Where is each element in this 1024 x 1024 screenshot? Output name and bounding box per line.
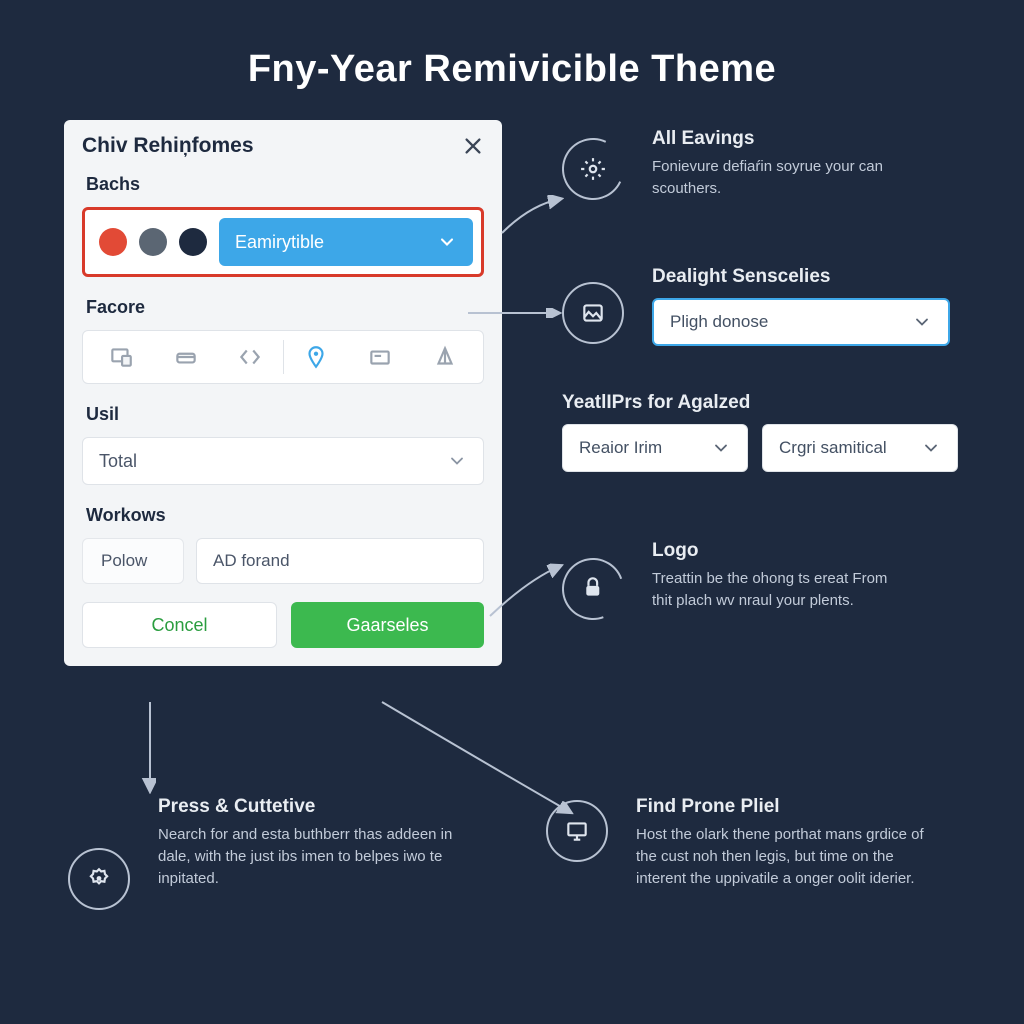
dealight-label: Dealight Senscelies — [652, 266, 830, 288]
connector-arrow — [488, 560, 568, 620]
connector-arrow — [500, 195, 570, 235]
gear-icon — [580, 156, 606, 182]
color-swatch-navy[interactable] — [179, 228, 207, 256]
callout-logo: Logo Treattin be the ohong ts ereat From… — [652, 540, 902, 612]
close-icon[interactable] — [462, 135, 484, 157]
facore-card-icon[interactable] — [348, 331, 413, 383]
chevron-down-icon — [437, 232, 457, 252]
chevron-down-icon — [711, 438, 731, 458]
callout-find: Find Prone Pliel Host the olark thene po… — [636, 796, 936, 889]
yeat-label: YeatlIPrs for Agalzed — [562, 392, 750, 414]
workows-prefix: Polow — [82, 538, 184, 584]
usil-value: Total — [99, 451, 137, 472]
usil-label: Usil — [64, 398, 502, 431]
facore-device-icon[interactable] — [89, 331, 154, 383]
yeat-select-2[interactable]: Crgri samitical — [762, 424, 958, 472]
workows-label: Workows — [64, 499, 502, 532]
yeat-value-2: Crgri samitical — [779, 438, 887, 458]
callout-title: All Eavings — [652, 128, 902, 150]
lock-icon — [580, 574, 606, 600]
chevron-down-icon — [912, 312, 932, 332]
callout-title: Find Prone Pliel — [636, 796, 936, 818]
settings-panel: Chiv Rehiņfomes Bachs Eamirytible Facore… — [64, 120, 502, 666]
bachs-label: Bachs — [64, 168, 502, 201]
connector-arrow — [466, 308, 566, 318]
bachs-select-value: Eamirytible — [235, 232, 324, 253]
callout-all-eavings: All Eavings Fonievure defiaŕin soyrue yo… — [652, 128, 902, 200]
facore-arrows-icon[interactable] — [218, 331, 283, 383]
facore-compass-icon[interactable] — [413, 331, 478, 383]
callout-circle-image — [562, 282, 624, 344]
save-button[interactable]: Gaarseles — [291, 602, 484, 648]
cancel-button[interactable]: Concel — [82, 602, 277, 648]
callout-circle-badge — [68, 848, 130, 910]
monitor-icon — [564, 818, 590, 844]
page-title: Fny-Year Remivicible Theme — [0, 48, 1024, 91]
facore-toolbar — [82, 330, 484, 384]
facore-label: Facore — [64, 291, 502, 324]
yeat-select-1[interactable]: Reaior Irim — [562, 424, 748, 472]
dealight-value: Pligh donose — [670, 312, 768, 332]
workows-input[interactable]: AD forand — [196, 538, 484, 584]
facore-layers-icon[interactable] — [154, 331, 219, 383]
yeat-value-1: Reaior Irim — [579, 438, 662, 458]
connector-arrow — [380, 700, 580, 820]
color-swatch-orange[interactable] — [99, 228, 127, 256]
badge-icon — [86, 866, 112, 892]
image-icon — [580, 300, 606, 326]
callout-body: Nearch for and esta buthberr thas addeen… — [158, 824, 458, 889]
chevron-down-icon — [921, 438, 941, 458]
chevron-down-icon — [447, 451, 467, 471]
bachs-select[interactable]: Eamirytible — [219, 218, 473, 266]
connector-arrow — [130, 700, 170, 800]
color-swatch-grey[interactable] — [139, 228, 167, 256]
panel-title: Chiv Rehiņfomes — [82, 134, 254, 158]
callout-title: Logo — [652, 540, 902, 562]
callout-body: Treattin be the ohong ts ereat From thit… — [652, 568, 902, 612]
dealight-select[interactable]: Pligh donose — [652, 298, 950, 346]
callout-body: Host the olark thene porthat mans grdice… — [636, 824, 936, 889]
color-picker-row: Eamirytible — [82, 207, 484, 277]
callout-body: Fonievure defiaŕin soyrue your can scout… — [652, 156, 902, 200]
usil-select[interactable]: Total — [82, 437, 484, 485]
facore-pin-icon[interactable] — [284, 331, 349, 383]
